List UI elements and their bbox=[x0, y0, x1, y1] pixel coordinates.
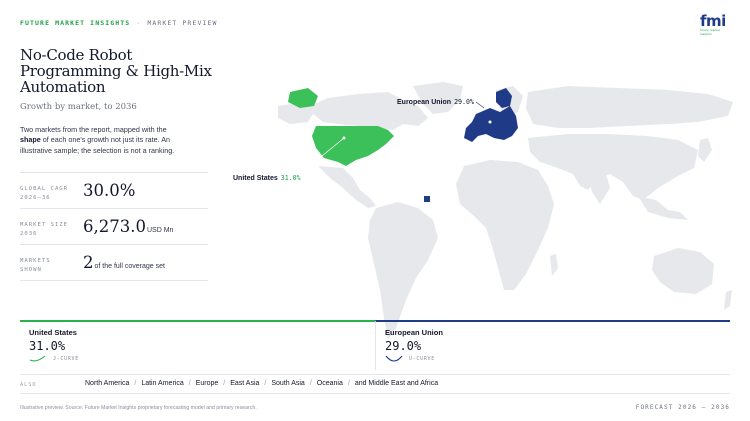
region-link[interactable]: East Asia bbox=[230, 380, 259, 387]
eu-connector-line bbox=[475, 101, 485, 109]
mexico-shape bbox=[318, 166, 376, 208]
region-link[interactable]: Europe bbox=[196, 380, 219, 387]
region-link[interactable]: Oceania bbox=[317, 380, 343, 387]
stat-label: GLOBAL CAGR 2026–36 bbox=[20, 186, 69, 201]
eu-highlight bbox=[464, 106, 518, 142]
brand-name: FUTURE MARKET INSIGHTS bbox=[20, 19, 131, 27]
madagascar-shape bbox=[550, 254, 558, 276]
new-zealand-shape bbox=[724, 290, 732, 310]
top-bar: FUTURE MARKET INSIGHTS · MARKET PREVIEW bbox=[20, 19, 218, 27]
stat-label: MARKET SIZE 2036 bbox=[20, 222, 69, 237]
card-curve: J-CURVE bbox=[29, 355, 375, 362]
stat-market-size: MARKET SIZE 2036 6,273.0USD Mn bbox=[20, 208, 208, 244]
russia-shape bbox=[526, 86, 733, 128]
stat-value: 30.0% bbox=[83, 181, 136, 200]
region-link[interactable]: and Middle East and Africa bbox=[355, 380, 438, 387]
us-highlight bbox=[312, 126, 394, 166]
also-regions: North America / Latin America / Europe / East … bbox=[85, 380, 439, 387]
header-separator: · bbox=[136, 19, 142, 27]
card-european-union[interactable]: European Union 29.0% U-CURVE bbox=[375, 320, 730, 370]
map-label-eu: European Union 29.0% bbox=[397, 98, 474, 106]
stat-unit: of the full coverage set bbox=[94, 263, 165, 270]
stat-label: MARKETS SHOWN bbox=[20, 258, 51, 273]
map-label-us: United States 31.0% bbox=[233, 174, 301, 182]
japan-shape bbox=[698, 138, 712, 162]
source-footnote: Illustrative preview. Source: Future Mar… bbox=[20, 405, 257, 411]
forecast-period: FORECAST 2026 – 2036 bbox=[635, 404, 730, 411]
southeast-asia-shape bbox=[638, 196, 688, 220]
region-link[interactable]: Latin America bbox=[141, 380, 183, 387]
page-subtitle: Growth by market, to 2036 bbox=[20, 102, 137, 112]
also-bar: ALSO North America / Latin America / Europe /… bbox=[20, 374, 730, 394]
section-label: MARKET PREVIEW bbox=[147, 19, 218, 27]
africa-shape bbox=[456, 160, 554, 290]
stat-global-cagr: GLOBAL CAGR 2026–36 30.0% bbox=[20, 172, 208, 208]
world-map bbox=[278, 82, 733, 340]
card-growth: 29.0% bbox=[385, 339, 422, 353]
map-label-us-pct: 31.0% bbox=[280, 174, 301, 182]
u-curve-icon bbox=[385, 355, 403, 362]
stat-markets-shown: MARKETS SHOWN 2of the full coverage set bbox=[20, 244, 208, 280]
curve-label: U-CURVE bbox=[409, 355, 435, 362]
stat-value: 2of the full coverage set bbox=[83, 253, 165, 272]
market-cards: United States 31.0% J-CURVE European Uni… bbox=[20, 320, 730, 370]
card-growth: 31.0% bbox=[29, 339, 66, 353]
also-label: ALSO bbox=[20, 382, 37, 388]
card-title: European Union bbox=[385, 328, 443, 337]
region-link[interactable]: South Asia bbox=[271, 380, 304, 387]
australia-shape bbox=[652, 248, 714, 294]
j-curve-icon bbox=[29, 355, 46, 362]
india-shape bbox=[588, 174, 610, 204]
stat-value: 6,273.0USD Mn bbox=[83, 217, 174, 236]
asia-shape bbox=[528, 134, 698, 200]
report-description: Two markets from the report, mapped with… bbox=[20, 125, 175, 155]
curve-label: J-CURVE bbox=[53, 355, 79, 362]
guiana-highlight bbox=[424, 196, 430, 202]
page-title: No-Code Robot Programming & High-Mix Aut… bbox=[20, 46, 212, 96]
card-title: United States bbox=[29, 328, 77, 337]
stat-unit: USD Mn bbox=[146, 227, 174, 234]
fmi-logo: fmi future market insights bbox=[700, 12, 730, 37]
map-label-eu-pct: 29.0% bbox=[454, 98, 474, 106]
card-curve: U-CURVE bbox=[385, 355, 730, 362]
card-united-states[interactable]: United States 31.0% J-CURVE bbox=[20, 320, 375, 370]
region-link[interactable]: North America bbox=[85, 380, 129, 387]
logo-text: fmi bbox=[700, 12, 726, 30]
description-emphasis: shape bbox=[20, 135, 41, 145]
us-marker bbox=[342, 136, 346, 140]
stats-panel: GLOBAL CAGR 2026–36 30.0% MARKET SIZE 2036… bbox=[20, 172, 208, 281]
eu-marker bbox=[488, 120, 492, 124]
